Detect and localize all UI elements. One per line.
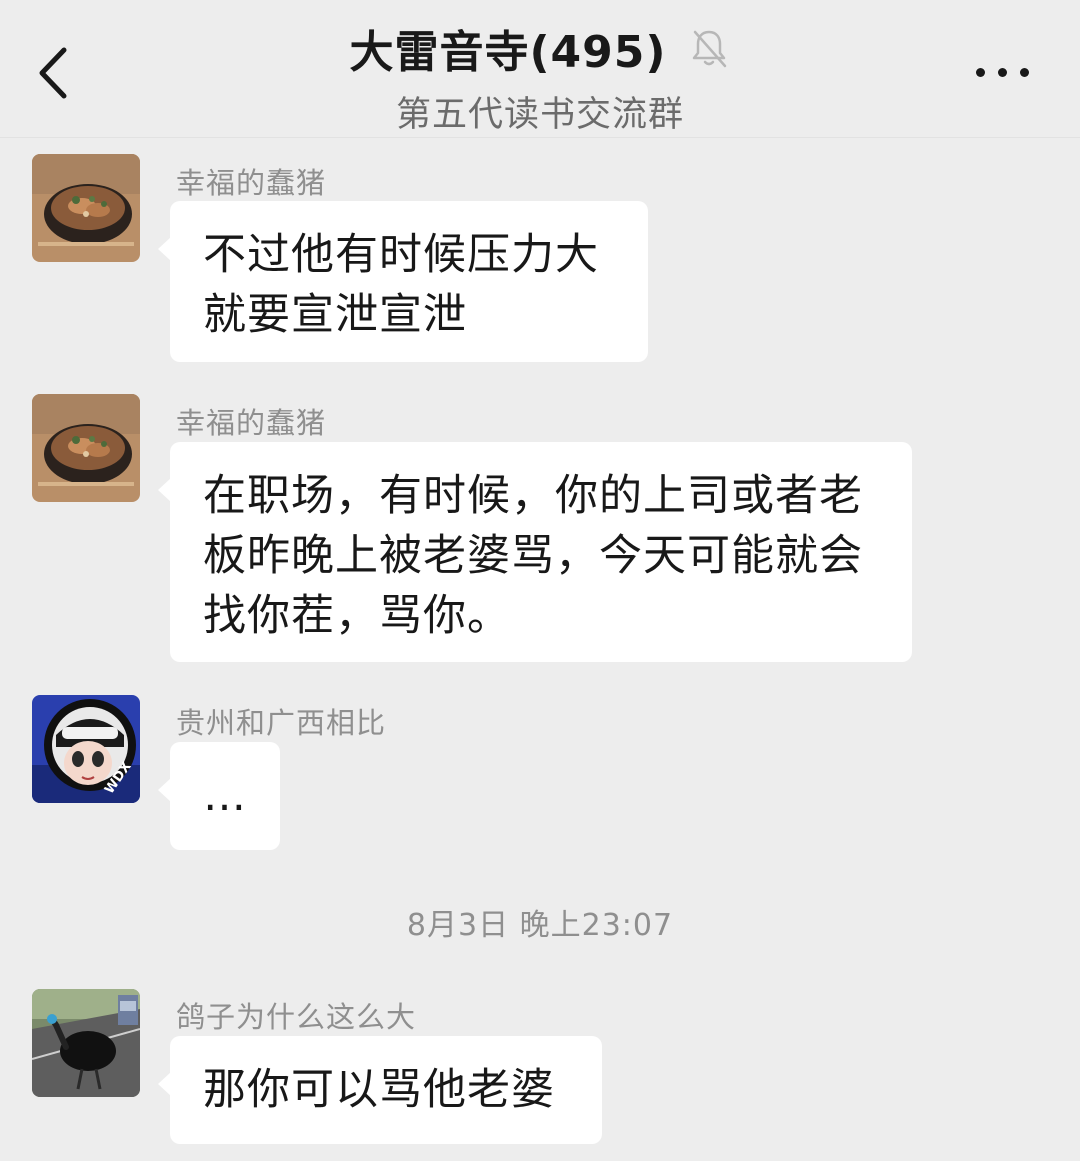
timestamp-divider: 8月3日 晚上23:07 <box>406 908 674 943</box>
avatar[interactable]: WDX <box>32 695 140 803</box>
food-photo-avatar <box>32 394 140 502</box>
chat-subtitle: 第五代读书交流群 <box>395 95 684 135</box>
avatar[interactable] <box>32 394 140 502</box>
sender-name: 鸽子为什么这么大 <box>176 1000 417 1034</box>
chat-title: 大雷音寺(495) <box>349 27 667 78</box>
message-bubble[interactable]: … <box>158 742 280 850</box>
avatar[interactable] <box>32 989 140 1097</box>
ellipsis-icon <box>976 68 985 77</box>
chat-header: 大雷音寺(495) 第五代读书交流群 <box>0 0 1080 138</box>
avatar[interactable] <box>32 154 140 262</box>
anime-helmet-avatar: WDX <box>32 695 140 803</box>
sender-name: 贵州和广西相比 <box>176 706 387 740</box>
more-button[interactable] <box>974 58 1032 86</box>
food-photo-avatar <box>32 154 140 262</box>
message-bubble[interactable]: 那你可以骂他老婆 <box>158 1036 602 1144</box>
bell-off-icon <box>692 30 726 68</box>
message-bubble[interactable]: 在职场，有时候，你的上司或者老 板昨晚上被老婆骂，今天可能就会 找你茬，骂你。 <box>158 442 912 662</box>
sender-name: 幸福的蠢猪 <box>176 406 327 440</box>
title-area[interactable]: 大雷音寺(495) 第五代读书交流群 <box>0 16 1080 137</box>
cassowary-photo-avatar <box>32 989 140 1097</box>
sender-name: 幸福的蠢猪 <box>176 166 327 200</box>
message-bubble[interactable]: 不过他有时候压力大 就要宣泄宣泄 <box>158 201 648 362</box>
